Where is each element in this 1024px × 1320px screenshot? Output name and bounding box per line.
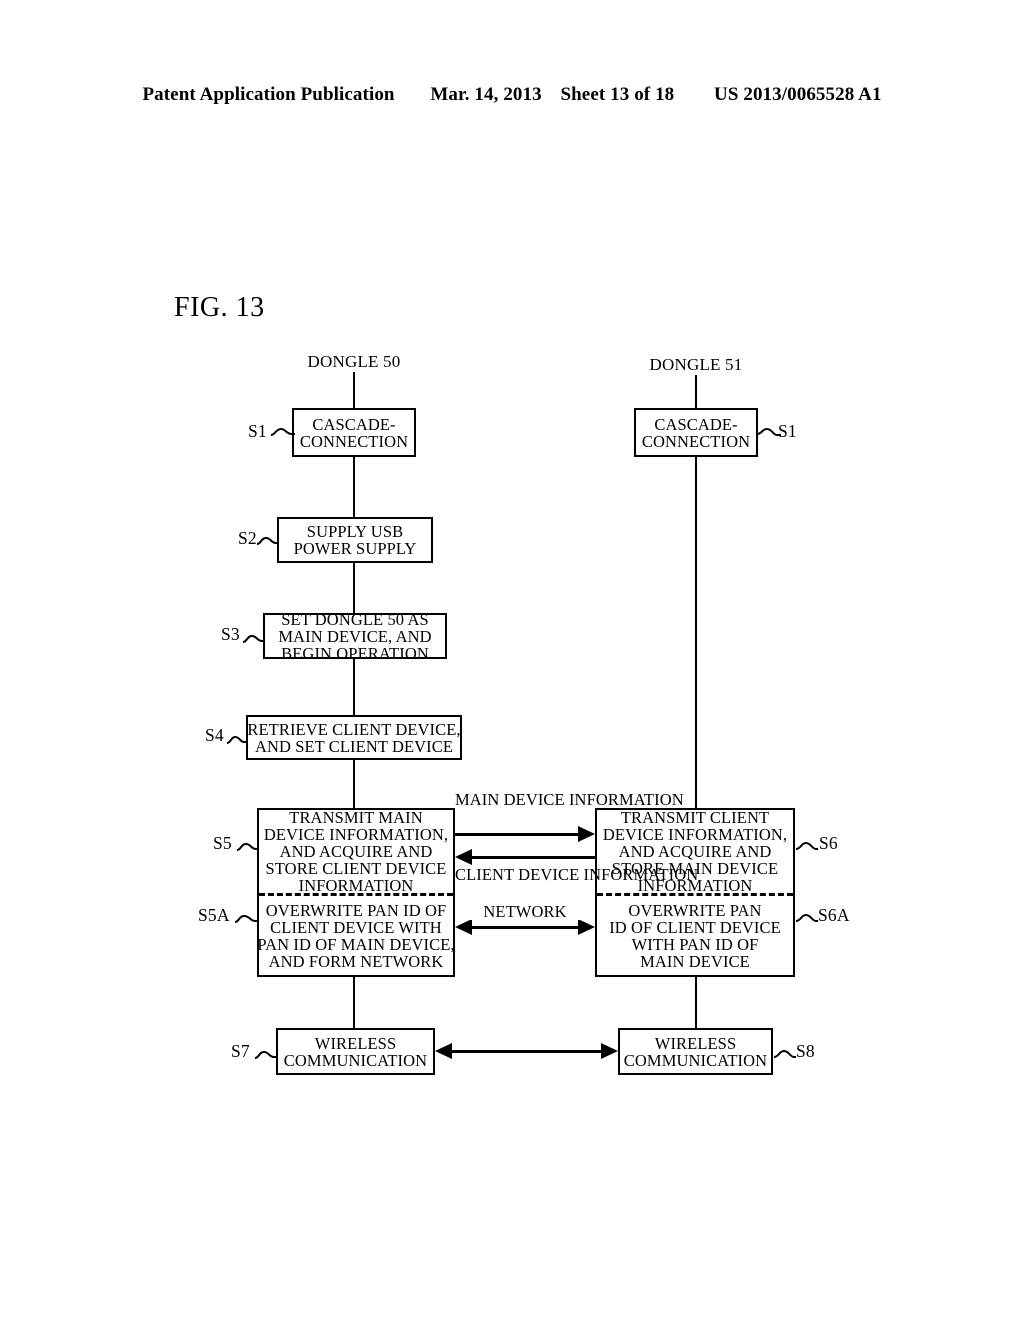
label-line: MAIN DEVICE <box>455 790 565 809</box>
node-s4-retrieve-client-device: RETRIEVE CLIENT DEVICE, AND SET CLIENT D… <box>246 715 462 760</box>
arrowhead-network-left <box>455 919 472 935</box>
column-title-dongle-50: DONGLE 50 <box>307 352 401 371</box>
node-line: SET DONGLE 50 AS <box>281 609 429 629</box>
connector-s2-to-s3-left <box>352 563 355 613</box>
node-s5a-overwrite-pan-id: OVERWRITE PAN ID OF CLIENT DEVICE WITH P… <box>257 896 455 976</box>
node-s7-wireless-communication-left: WIRELESS COMMUNICATION <box>276 1028 435 1075</box>
label-line: NETWORK <box>483 902 567 921</box>
connector-title-to-s1-right <box>694 375 697 408</box>
leader-squiggle-s7 <box>254 1050 277 1059</box>
connector-s4-to-s5-left <box>352 760 355 808</box>
leader-squiggle-s2 <box>256 536 279 545</box>
header-publication-date: Mar. 14, 2013 <box>430 84 542 105</box>
step-ref-s4: S4 <box>205 725 224 745</box>
arrowhead-network-right <box>578 919 595 935</box>
node-line: AND FORM NETWORK <box>268 951 444 971</box>
node-line: RETRIEVE CLIENT DEVICE, <box>247 719 461 739</box>
step-ref-s1-right: S1 <box>778 421 797 441</box>
leader-squiggle-s8 <box>773 1049 796 1058</box>
arrow-line-main-device-information <box>455 833 579 836</box>
node-s1-cascade-connection-right: CASCADE- CONNECTION <box>634 408 758 457</box>
connector-s3-to-s4-left <box>352 659 355 715</box>
connector-s1-to-s6-right <box>694 457 697 808</box>
arrowhead-main-device-information <box>578 826 595 842</box>
node-line: OVERWRITE PAN <box>628 901 762 921</box>
arrow-line-wireless-link <box>451 1050 602 1053</box>
arrow-line-client-device-information <box>471 856 595 859</box>
label-main-device-information: MAIN DEVICE INFORMATION <box>455 790 684 809</box>
node-line: OVERWRITE PAN ID OF <box>265 901 447 921</box>
step-ref-s6a: S6A <box>818 905 850 925</box>
node-s6a-overwrite-pan-id: OVERWRITE PAN ID OF CLIENT DEVICE WITH P… <box>597 896 793 976</box>
leader-squiggle-s6a <box>795 913 818 922</box>
arrowhead-client-device-information <box>455 849 472 865</box>
label-client-device-information: CLIENT DEVICE INFORMATION <box>455 865 698 884</box>
leader-squiggle-s4 <box>226 735 247 744</box>
node-s3-set-dongle-main-device: SET DONGLE 50 AS MAIN DEVICE, AND BEGIN … <box>263 609 447 663</box>
header-publication-number: US 2013/0065528 A1 <box>714 84 882 105</box>
arrowhead-wireless-link-left <box>435 1043 452 1059</box>
column-title-dongle-51: DONGLE 51 <box>649 355 743 374</box>
node-line: AND ACQUIRE AND <box>279 842 433 862</box>
node-line: STORE CLIENT DEVICE <box>265 859 447 878</box>
node-line: COMMUNICATION <box>623 1050 768 1070</box>
header-publication-title: Patent Application Publication <box>142 84 395 105</box>
node-line: AND ACQUIRE AND <box>618 842 772 862</box>
step-ref-s7: S7 <box>231 1041 250 1061</box>
page-header: Patent Application Publication Mar. 14, … <box>0 84 1024 106</box>
step-ref-s6: S6 <box>819 833 838 853</box>
node-line: DEVICE INFORMATION, <box>263 825 449 845</box>
node-line: WIRELESS <box>654 1033 737 1053</box>
step-ref-s5a: S5A <box>198 905 230 925</box>
arrow-line-network <box>471 926 579 929</box>
connector-title-to-s1-left <box>352 372 355 408</box>
connector-s6a-to-s8-right <box>694 977 697 1028</box>
node-s2-supply-usb-power: SUPPLY USB POWER SUPPLY <box>277 517 433 563</box>
node-line: AND SET CLIENT DEVICE <box>254 736 454 756</box>
node-s5-transmit-main-device-info: TRANSMIT MAIN DEVICE INFORMATION, AND AC… <box>259 808 453 896</box>
node-line: TRANSMIT CLIENT <box>620 808 770 828</box>
node-line: MAIN DEVICE, AND <box>278 626 432 646</box>
connector-s1-to-s2-left <box>352 457 355 517</box>
node-line: CONNECTION <box>641 431 751 451</box>
leader-squiggle-s3 <box>242 634 265 643</box>
node-line: COMMUNICATION <box>283 1050 428 1070</box>
step-ref-s2: S2 <box>238 528 257 548</box>
node-line: POWER SUPPLY <box>293 539 417 558</box>
node-line: PAN ID OF MAIN DEVICE, <box>257 935 455 954</box>
node-line: MAIN DEVICE <box>640 951 750 971</box>
node-line: CASCADE- <box>312 414 396 434</box>
node-line: CLIENT DEVICE WITH <box>270 918 442 938</box>
header-sheet-number: Sheet 13 of 18 <box>560 84 675 105</box>
figure-label: FIG. 13 <box>174 292 265 323</box>
node-s6-s6a-client-device-group: TRANSMIT CLIENT DEVICE INFORMATION, AND … <box>595 808 795 977</box>
connector-s5a-to-s7-left <box>352 977 355 1028</box>
label-network: NETWORK <box>455 902 595 921</box>
node-line: WITH PAN ID OF <box>631 935 759 954</box>
step-ref-s1-left: S1 <box>248 421 267 441</box>
node-line: CONNECTION <box>299 431 409 451</box>
node-s1-cascade-connection-left: CASCADE- CONNECTION <box>292 408 416 457</box>
leader-squiggle-s5 <box>236 842 259 851</box>
node-s8-wireless-communication-right: WIRELESS COMMUNICATION <box>618 1028 773 1075</box>
node-line: BEGIN OPERATION <box>281 643 429 663</box>
step-ref-s8: S8 <box>796 1041 815 1061</box>
label-line: INFORMATION <box>568 790 684 809</box>
leader-squiggle-s6 <box>795 841 818 850</box>
leader-squiggle-s5a <box>234 914 259 923</box>
leader-squiggle-s1-left <box>270 427 295 436</box>
label-line: CLIENT DEVICE <box>455 865 580 884</box>
node-line: ID OF CLIENT DEVICE <box>609 918 781 938</box>
label-line: INFORMATION <box>583 865 699 884</box>
node-line: INFORMATION <box>298 875 414 895</box>
node-line: WIRELESS <box>314 1033 397 1053</box>
step-ref-s5: S5 <box>213 833 232 853</box>
step-ref-s3: S3 <box>221 624 240 644</box>
node-line: SUPPLY USB <box>306 522 404 542</box>
node-s5-s5a-main-device-group: TRANSMIT MAIN DEVICE INFORMATION, AND AC… <box>257 808 455 977</box>
arrowhead-wireless-link-right <box>601 1043 618 1059</box>
node-line: CASCADE- <box>654 414 738 434</box>
node-line: TRANSMIT MAIN <box>289 808 423 828</box>
node-line: DEVICE INFORMATION, <box>602 825 788 845</box>
